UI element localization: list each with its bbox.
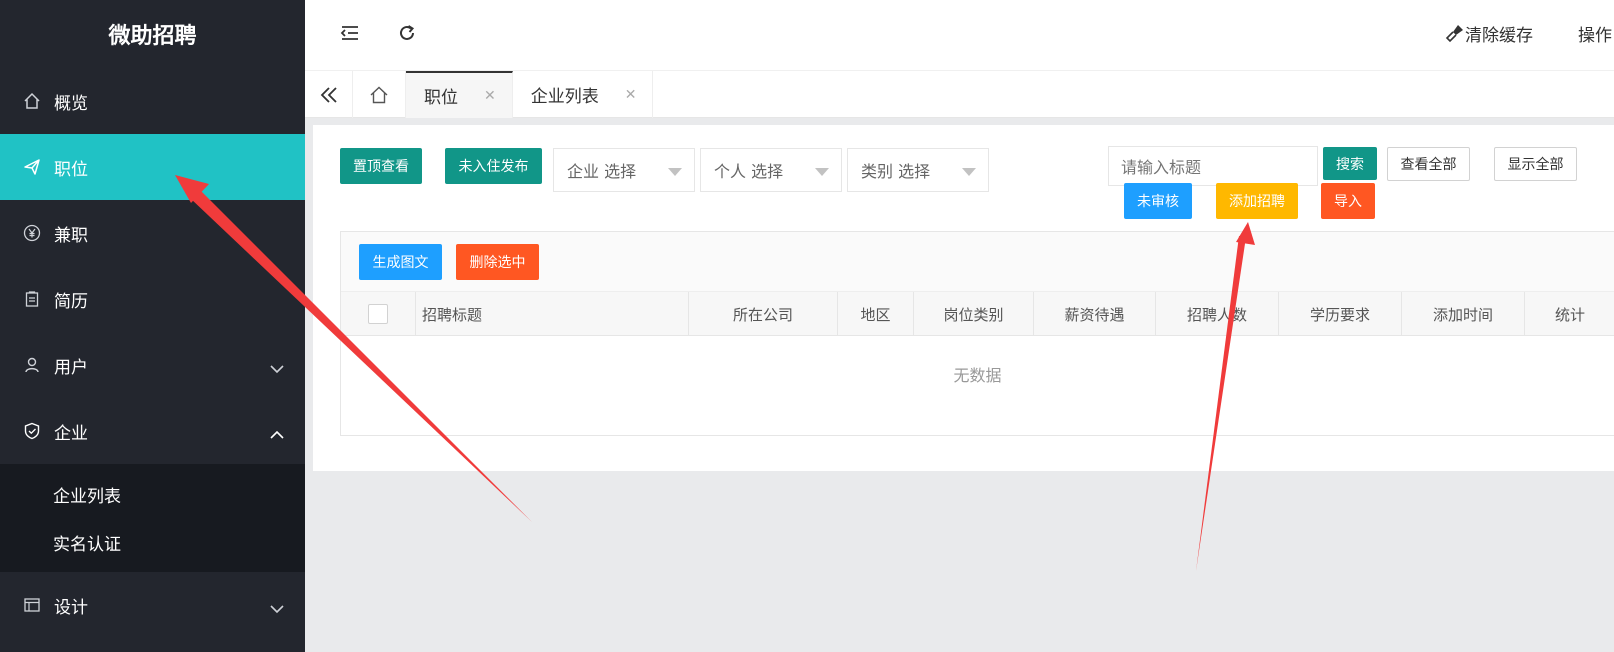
home-icon [370, 86, 388, 103]
select-value: 个人 选择 [714, 162, 784, 181]
unreviewed-button[interactable]: 未审核 [1124, 183, 1192, 219]
tab-home[interactable] [353, 71, 406, 118]
column-header[interactable]: 岗位类别 [914, 292, 1034, 336]
broom-icon [1445, 25, 1463, 43]
pinned-view-button[interactable]: 置顶查看 [340, 148, 422, 184]
chevron-down-icon [270, 365, 284, 374]
clear-cache-button[interactable]: 清除缓存 [1445, 0, 1533, 66]
company-select[interactable]: 企业 选择 [553, 148, 695, 192]
collapse-menu-icon[interactable] [339, 22, 361, 44]
select-all-cell [341, 292, 416, 336]
refresh-icon[interactable] [396, 22, 418, 44]
sidebar-item-label: 企业 [54, 423, 88, 444]
select-all-checkbox[interactable] [368, 304, 388, 324]
column-header[interactable]: 所在公司 [689, 292, 838, 336]
jobs-table: 生成图文 删除选中 招聘标题 所在公司 地区 岗位类别 薪资待遇 招聘人数 学历… [340, 231, 1614, 436]
submenu-item-verification[interactable]: 实名认证 [0, 518, 305, 566]
sidebar-item-label: 设计 [54, 597, 88, 618]
tab-label: 职位 [424, 88, 458, 108]
shield-icon [22, 421, 42, 441]
double-chevron-left-icon [320, 86, 337, 103]
sidebar-item-enterprise[interactable]: 企业 [0, 398, 305, 464]
column-header[interactable]: 招聘人数 [1156, 292, 1279, 336]
yen-icon [22, 223, 42, 243]
column-header[interactable]: 薪资待遇 [1034, 292, 1156, 336]
column-header[interactable]: 地区 [838, 292, 914, 336]
sidebar-item-jobs[interactable]: 职位 [0, 134, 305, 200]
sidebar-item-label: 用户 [54, 357, 88, 378]
table-header: 招聘标题 所在公司 地区 岗位类别 薪资待遇 招聘人数 学历要求 添加时间 统计 [341, 292, 1614, 336]
select-value: 企业 选择 [567, 162, 637, 181]
column-header[interactable]: 招聘标题 [416, 292, 689, 336]
table-toolbar: 生成图文 删除选中 [341, 232, 1614, 292]
sidebar-item-label: 概览 [54, 93, 88, 114]
submenu-item-enterprise-list[interactable]: 企业列表 [0, 470, 305, 518]
tab-enterprise-list[interactable]: 企业列表 ✕ [513, 71, 654, 118]
clipboard-icon [22, 289, 42, 309]
search-button[interactable]: 搜索 [1323, 147, 1377, 180]
chevron-down-icon [270, 605, 284, 614]
generate-graphic-button[interactable]: 生成图文 [359, 244, 442, 280]
top-header: 清除缓存 操作 [305, 0, 1614, 70]
sidebar-item-overview[interactable]: 概览 [0, 68, 305, 134]
person-select[interactable]: 个人 选择 [700, 148, 842, 192]
user-icon [22, 355, 42, 375]
category-select[interactable]: 类别 选择 [847, 148, 989, 192]
import-button[interactable]: 导入 [1321, 183, 1375, 219]
view-all-button[interactable]: 查看全部 [1387, 147, 1470, 181]
column-header[interactable]: 学历要求 [1279, 292, 1402, 336]
send-icon [22, 157, 42, 177]
show-all-button[interactable]: 显示全部 [1494, 147, 1577, 181]
caret-down-icon [668, 168, 682, 176]
sidebar-item-parttime[interactable]: 兼职 [0, 200, 305, 266]
column-header[interactable]: 统计 [1525, 292, 1614, 336]
tab-label: 企业列表 [530, 87, 599, 107]
enterprise-submenu: 企业列表 实名认证 [0, 464, 305, 572]
sidebar-item-label: 简历 [54, 291, 88, 312]
home-icon [22, 91, 42, 111]
ops-menu[interactable]: 操作 [1578, 0, 1612, 66]
caret-down-icon [815, 168, 829, 176]
clear-cache-label: 清除缓存 [1465, 25, 1533, 46]
caret-down-icon [962, 168, 976, 176]
add-job-button[interactable]: 添加招聘 [1216, 183, 1298, 219]
column-header[interactable]: 添加时间 [1402, 292, 1525, 336]
chevron-up-icon [270, 430, 284, 439]
tabs-scroll-left-button[interactable] [305, 71, 353, 118]
sidebar-item-resume[interactable]: 简历 [0, 266, 305, 332]
app-logo: 微助招聘 [108, 24, 197, 49]
tab-bar: 职位 ✕ 企业列表 ✕ [305, 70, 1614, 118]
delete-selected-button[interactable]: 删除选中 [456, 244, 539, 280]
select-value: 类别 选择 [861, 162, 931, 181]
sidebar-item-users[interactable]: 用户 [0, 332, 305, 398]
unlisted-publish-button[interactable]: 未入住发布 [445, 148, 542, 184]
title-search-input[interactable]: 请输入标题 [1108, 146, 1318, 186]
close-icon[interactable]: ✕ [484, 88, 496, 104]
sidebar-item-design[interactable]: 设计 [0, 572, 305, 638]
window-icon [22, 595, 42, 615]
sidebar-item-label: 职位 [54, 159, 88, 180]
content-card: 置顶查看 未入住发布 企业 选择 个人 选择 类别 选择 请输入标题 搜索 查看… [313, 125, 1614, 471]
close-icon[interactable]: ✕ [625, 87, 637, 103]
sidebar-item-label: 兼职 [54, 225, 88, 246]
tab-jobs[interactable]: 职位 ✕ [406, 71, 513, 118]
empty-state: 无数据 [953, 366, 1002, 385]
sidebar: 微助招聘 概览 职位 兼职 简历 用户 企业 企业列表 实名认证 设计 [0, 0, 305, 652]
